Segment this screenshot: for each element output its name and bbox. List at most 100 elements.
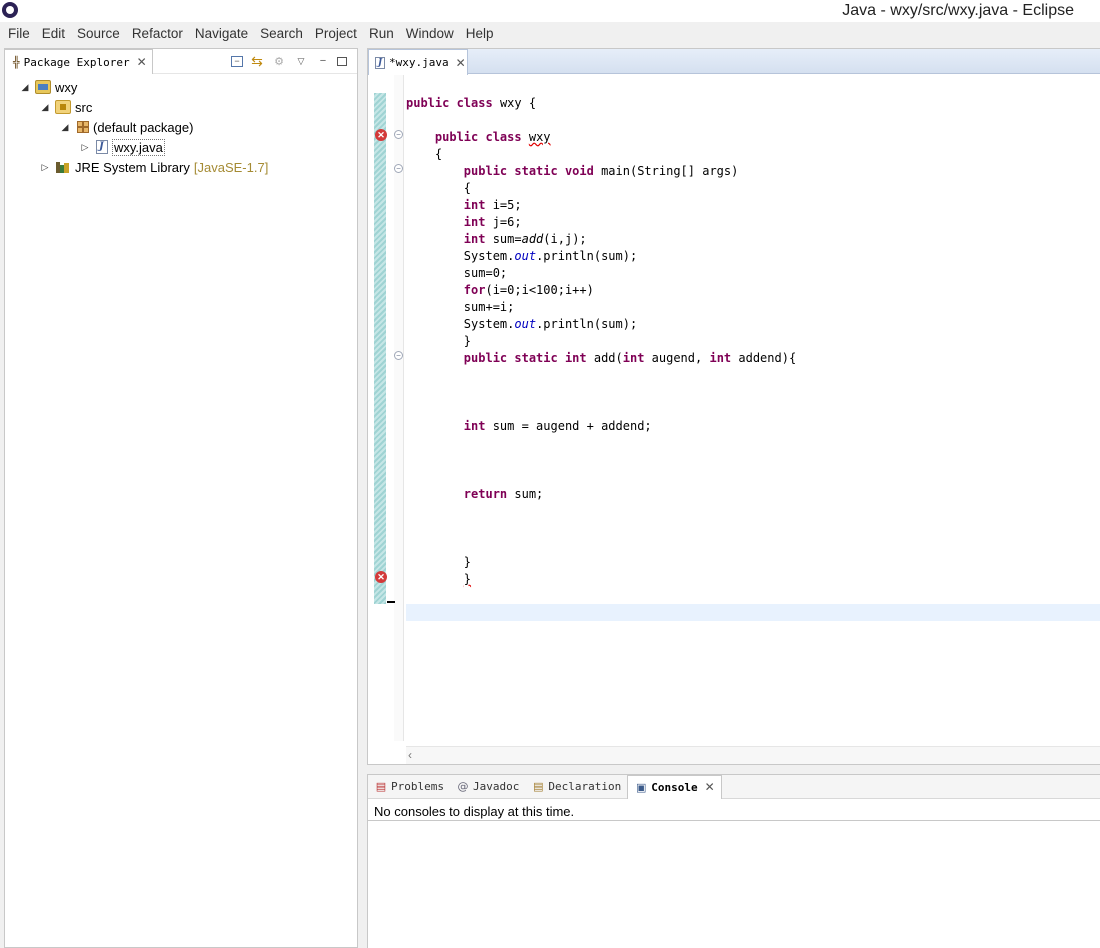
tab-label: Javadoc: [472, 780, 520, 793]
error-icon[interactable]: ✕: [375, 571, 387, 583]
eclipse-app-icon: [2, 2, 18, 18]
bottom-tab-bar: ▤ Problems @ Javadoc ▤ Declaration ▣ Con…: [368, 774, 1100, 799]
code-area[interactable]: public class wxy { public class wxy { pu…: [406, 95, 796, 588]
source-folder-icon: [55, 100, 71, 114]
window-title: Java - wxy/src/wxy.java - Eclipse: [842, 2, 1074, 19]
menu-edit[interactable]: Edit: [37, 26, 72, 41]
tab-label: Problems: [391, 780, 444, 793]
tab-label: Declaration: [548, 780, 622, 793]
menu-file[interactable]: File: [3, 26, 37, 41]
maximize-icon[interactable]: [337, 56, 347, 66]
library-icon: [55, 160, 71, 174]
explorer-toolbar: − ⇆ ⚙ ▽ −: [231, 53, 347, 69]
code-line: public class wxy {: [406, 96, 537, 110]
error-icon[interactable]: ✕: [375, 129, 387, 141]
minimize-icon[interactable]: −: [315, 53, 331, 69]
tab-declaration[interactable]: ▤ Declaration: [525, 775, 627, 799]
fold-collapse-icon[interactable]: −: [394, 130, 403, 139]
focus-icon[interactable]: ⚙: [271, 53, 287, 69]
tree-item-project[interactable]: ◢ wxy: [19, 77, 78, 97]
tree-item-wxy-java[interactable]: ▷ J wxy.java: [79, 137, 165, 157]
code-line: int sum = augend + addend;: [463, 419, 652, 433]
view-menu-icon[interactable]: ▽: [293, 53, 309, 69]
scroll-left-arrow-icon[interactable]: ‹: [408, 748, 412, 762]
tree-item-jre-library[interactable]: ▷ JRE System Library [JavaSE-1.7]: [39, 157, 269, 177]
menu-search[interactable]: Search: [255, 26, 310, 41]
package-explorer-view: ╬ Package Explorer ✕ − ⇆ ⚙ ▽ − ◢ wxy ◢ s…: [4, 48, 358, 948]
menu-run[interactable]: Run: [364, 26, 401, 41]
vertical-ruler: [394, 75, 404, 741]
text-cursor: [387, 601, 395, 603]
package-icon: [77, 121, 89, 133]
library-version: [JavaSE-1.7]: [193, 159, 269, 175]
code-line: }: [406, 555, 472, 569]
tab-package-explorer[interactable]: ╬ Package Explorer ✕: [5, 49, 153, 74]
problems-icon: ▤: [375, 780, 387, 793]
package-explorer-icon: ╬: [13, 55, 20, 69]
tree-item-default-package[interactable]: ◢ (default package): [59, 117, 194, 137]
declaration-icon: ▤: [533, 780, 544, 793]
code-line: int sum=add(i,j);: [463, 232, 587, 246]
current-line-highlight: [406, 604, 1100, 621]
code-line: for(i=0;i<100;i++): [463, 283, 594, 297]
tab-javadoc[interactable]: @ Javadoc: [450, 775, 525, 799]
menu-project[interactable]: Project: [310, 26, 364, 41]
tree-item-label: JRE System Library: [75, 159, 190, 175]
tree-item-label: src: [75, 99, 93, 115]
code-line: System.out.println(sum);: [406, 317, 638, 331]
tab-problems[interactable]: ▤ Problems: [368, 775, 450, 799]
bottom-panel: ▤ Problems @ Javadoc ▤ Declaration ▣ Con…: [367, 774, 1100, 948]
code-line: sum=0;: [406, 266, 508, 280]
menu-refactor[interactable]: Refactor: [127, 26, 190, 41]
code-line: return sum;: [463, 487, 544, 501]
code-line: int i=5;: [463, 198, 522, 212]
java-editor: J *wxy.java ✕ ✕ ✕ − − − public class wxy…: [367, 48, 1100, 765]
close-icon[interactable]: ✕: [456, 56, 466, 70]
tree-item-label: (default package): [93, 119, 194, 135]
fold-collapse-icon[interactable]: −: [394, 351, 403, 360]
collapsed-arrow-icon[interactable]: ▷: [79, 142, 91, 153]
horizontal-scrollbar[interactable]: ‹: [406, 746, 1100, 764]
tab-label: Package Explorer: [23, 55, 130, 69]
console-message: No consoles to display at this time.: [374, 804, 575, 819]
menu-bar: File Edit Source Refactor Navigate Searc…: [0, 22, 1100, 44]
code-line: sum+=i;: [406, 300, 515, 314]
title-bar: Java - wxy/src/wxy.java - Eclipse: [0, 0, 1100, 22]
tree-item-src[interactable]: ◢ src: [39, 97, 93, 117]
expanded-arrow-icon[interactable]: ◢: [39, 102, 51, 113]
code-line: public static void main(String[] args): [463, 164, 739, 178]
close-icon[interactable]: ✕: [705, 780, 715, 794]
expanded-arrow-icon[interactable]: ◢: [19, 82, 31, 93]
project-icon: [35, 80, 51, 94]
javadoc-icon: @: [457, 780, 469, 793]
link-with-editor-icon[interactable]: ⇆: [249, 53, 265, 69]
collapse-all-icon[interactable]: −: [231, 55, 243, 67]
menu-window[interactable]: Window: [401, 26, 461, 41]
console-icon: ▣: [636, 780, 647, 794]
code-line: {: [406, 147, 443, 161]
expanded-arrow-icon[interactable]: ◢: [59, 122, 71, 133]
code-line: public static int add(int augend, int ad…: [463, 351, 797, 365]
close-icon[interactable]: ✕: [137, 55, 147, 69]
tab-console[interactable]: ▣ Console ✕: [627, 774, 722, 799]
code-line: public class wxy: [434, 130, 551, 144]
menu-help[interactable]: Help: [461, 26, 501, 41]
menu-navigate[interactable]: Navigate: [190, 26, 255, 41]
editor-tab-bar: J *wxy.java ✕: [368, 49, 1100, 75]
tree-item-label: wxy.java: [112, 138, 165, 156]
code-line: {: [406, 181, 472, 195]
fold-collapse-icon[interactable]: −: [394, 164, 403, 173]
java-file-icon: J: [96, 140, 108, 154]
collapsed-arrow-icon[interactable]: ▷: [39, 162, 51, 173]
tab-wxy-java[interactable]: J *wxy.java ✕: [368, 49, 468, 75]
menu-source[interactable]: Source: [72, 26, 127, 41]
